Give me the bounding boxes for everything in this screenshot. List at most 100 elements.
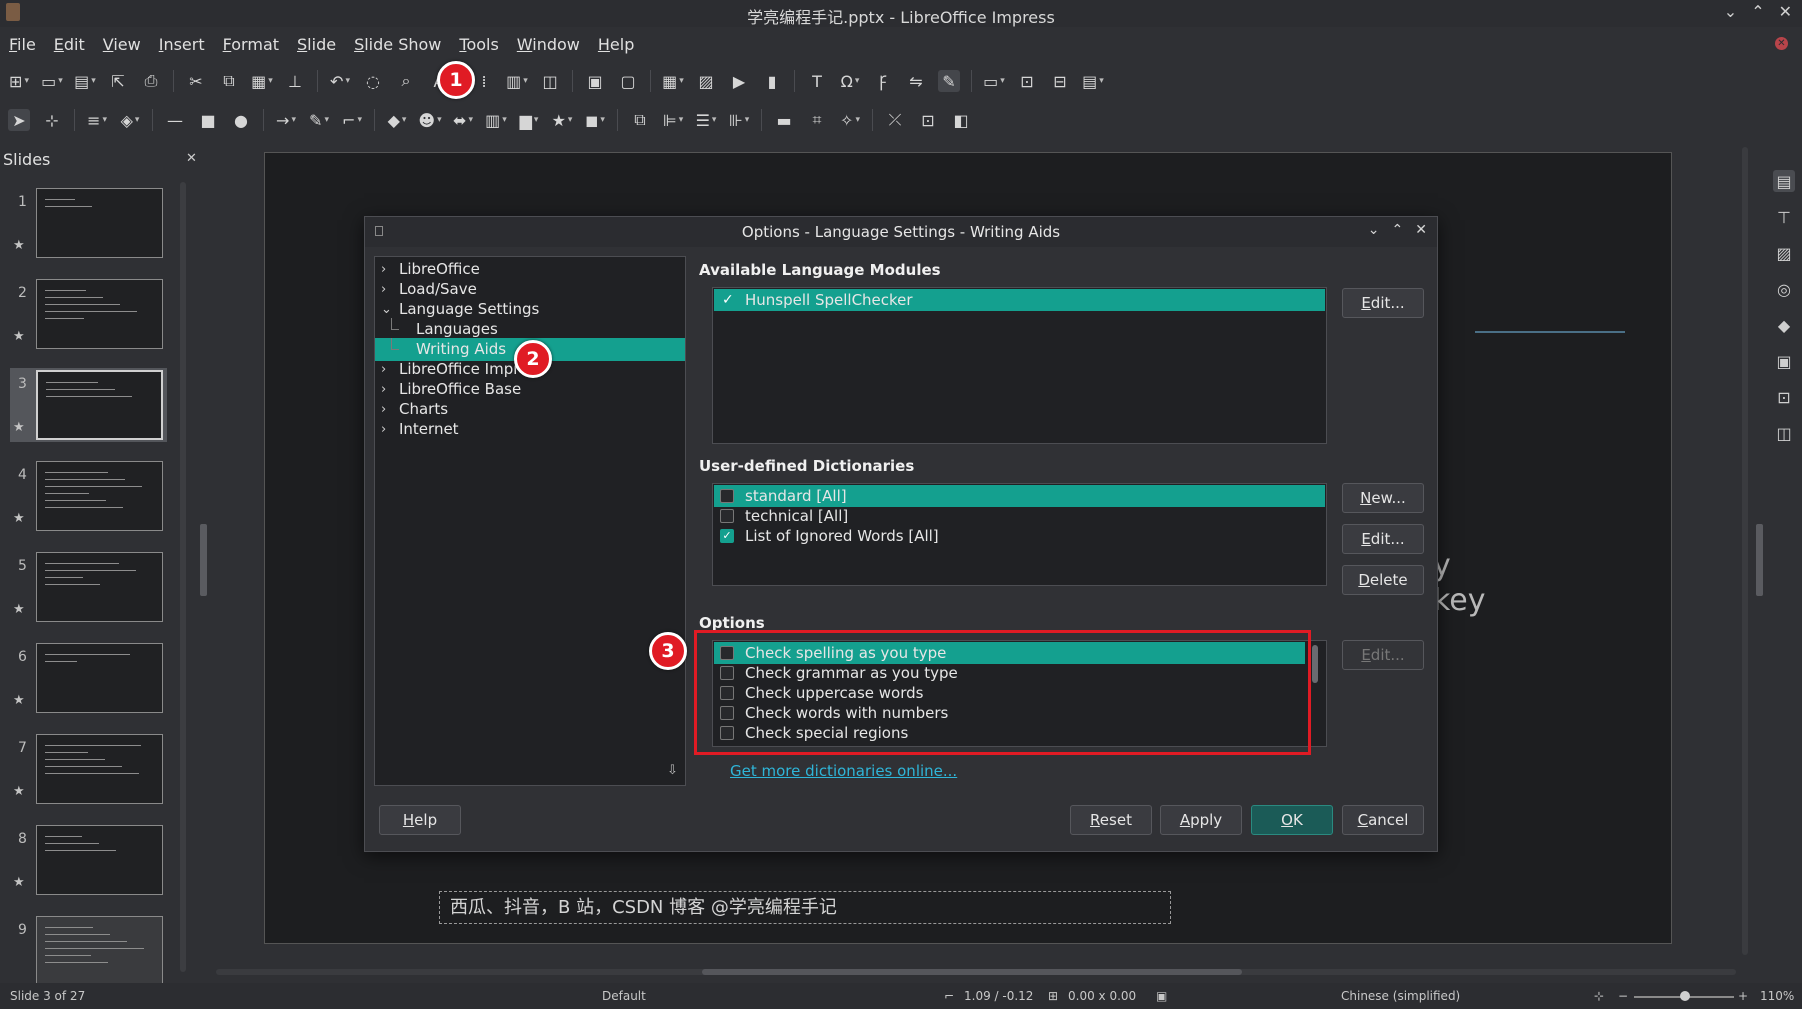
- dialog-maximize-icon[interactable]: ⌃: [1392, 222, 1404, 238]
- layout-name[interactable]: Default: [602, 989, 646, 1003]
- toggle-extrusion-icon[interactable]: ◧: [950, 109, 972, 131]
- apply-button[interactable]: Apply: [1160, 805, 1242, 835]
- close-window-icon[interactable]: ✕: [1779, 2, 1792, 21]
- slide-layout-icon[interactable]: ▤: [1082, 70, 1104, 92]
- start-current-icon[interactable]: ▢: [617, 70, 639, 92]
- menu-format[interactable]: Format: [223, 32, 279, 58]
- stars-icon[interactable]: ★: [551, 109, 573, 131]
- dictionary-row[interactable]: ✓ List of Ignored Words [All]: [714, 525, 1325, 547]
- menu-edit[interactable]: Edit: [54, 32, 85, 58]
- zoom-pan-icon[interactable]: ⊹: [41, 109, 63, 131]
- slide-preview[interactable]: [36, 370, 163, 440]
- gallery-icon[interactable]: ▨: [1773, 242, 1795, 264]
- slides-scrollbar[interactable]: [180, 182, 186, 972]
- dictionary-row[interactable]: technical [All]: [714, 505, 1325, 527]
- menu-file[interactable]: File: [9, 32, 36, 58]
- checkbox[interactable]: [720, 489, 734, 503]
- curves-icon[interactable]: ✎: [308, 109, 330, 131]
- slide-new-icon[interactable]: ⊡: [1016, 70, 1038, 92]
- slide-caption-textbox[interactable]: 西瓜、抖音，B 站，CSDN 博客 @学亮编程手记: [439, 891, 1171, 924]
- delete-dictionary-button[interactable]: Delete: [1342, 565, 1424, 595]
- fontwork-gallery-icon[interactable]: Ꝼ: [872, 70, 894, 92]
- cancel-button[interactable]: Cancel: [1342, 805, 1424, 835]
- paste-icon[interactable]: ▦: [251, 70, 273, 92]
- animation-icon[interactable]: ⊡: [1773, 386, 1795, 408]
- module-row-hunspell[interactable]: ✓ Hunspell SpellChecker: [714, 289, 1325, 311]
- tree-item-internet[interactable]: › Internet: [375, 418, 685, 441]
- image-icon[interactable]: ▨: [695, 70, 717, 92]
- hyperlink-icon[interactable]: ⇋: [905, 70, 927, 92]
- export-pdf-icon[interactable]: ⇱: [107, 70, 129, 92]
- slide-thumbnail-2[interactable]: 2 ★: [10, 277, 167, 351]
- find-icon[interactable]: ⌕: [395, 70, 417, 92]
- language-status[interactable]: Chinese (simplified): [1341, 989, 1460, 1003]
- slide-preview[interactable]: [36, 916, 163, 986]
- edit-dictionary-button[interactable]: Edit...: [1342, 524, 1424, 554]
- menu-tools[interactable]: Tools: [459, 32, 498, 58]
- vertical-scrollbar[interactable]: [1742, 147, 1748, 955]
- get-more-dictionaries-link[interactable]: Get more dictionaries online...: [730, 762, 957, 780]
- flowchart-icon[interactable]: ▥: [485, 109, 507, 131]
- help-button[interactable]: Help: [379, 805, 461, 835]
- close-pane-icon[interactable]: ✕: [186, 151, 197, 166]
- slide-thumbnail-9[interactable]: 9: [10, 914, 167, 988]
- modules-edit-button[interactable]: Edit...: [1342, 288, 1424, 318]
- copy-icon[interactable]: ⧉: [218, 70, 240, 92]
- slide-thumbnail-7[interactable]: 7 ★: [10, 732, 167, 806]
- master-slides-icon[interactable]: ▣: [1773, 350, 1795, 372]
- open-icon[interactable]: ▭: [41, 70, 63, 92]
- collapse-pane-handle[interactable]: [200, 524, 207, 596]
- dictionary-row[interactable]: standard [All]: [714, 485, 1325, 507]
- show-draw-functions-icon[interactable]: ✎: [938, 70, 960, 92]
- start-first-icon[interactable]: ▣: [584, 70, 606, 92]
- slide-preview[interactable]: [36, 461, 163, 531]
- rectangle-icon[interactable]: ■: [197, 109, 219, 131]
- media-icon[interactable]: ▶: [728, 70, 750, 92]
- menu-view[interactable]: View: [103, 32, 141, 58]
- callouts-icon[interactable]: ▆: [518, 109, 540, 131]
- slide-thumbnail-4[interactable]: 4 ★: [10, 459, 167, 533]
- block-arrows-icon[interactable]: ⬌: [452, 109, 474, 131]
- zoom-out-icon[interactable]: −: [1618, 989, 1628, 1003]
- menu-help[interactable]: Help: [598, 32, 634, 58]
- reset-button[interactable]: Reset: [1070, 805, 1152, 835]
- new-dictionary-button[interactable]: New...: [1342, 483, 1424, 513]
- select-icon[interactable]: ➤: [8, 109, 30, 131]
- zoom-level[interactable]: 110%: [1760, 989, 1794, 1003]
- dialog-minimize-icon[interactable]: ⌄: [1368, 222, 1380, 238]
- shapes-icon[interactable]: ◆: [1773, 314, 1795, 336]
- special-character-icon[interactable]: Ω: [839, 70, 861, 92]
- slide-preview[interactable]: [36, 825, 163, 895]
- sidebar-collapse-handle[interactable]: [1756, 524, 1763, 596]
- comment-icon[interactable]: ▭: [983, 70, 1005, 92]
- expand-arrow-icon[interactable]: ›: [381, 418, 386, 441]
- options-scrollbar[interactable]: [1312, 645, 1318, 683]
- points-icon[interactable]: ⤫: [884, 109, 906, 131]
- menu-slide-show[interactable]: Slide Show: [354, 32, 441, 58]
- textbox-icon[interactable]: T: [806, 70, 828, 92]
- horizontal-scrollbar[interactable]: [216, 969, 1736, 975]
- checkbox[interactable]: [720, 509, 734, 523]
- slide-thumbnail-1[interactable]: 1 ★: [10, 186, 167, 260]
- glue-points-icon[interactable]: ⊡: [917, 109, 939, 131]
- line-color-icon[interactable]: ≡: [86, 109, 108, 131]
- slide-preview[interactable]: [36, 552, 163, 622]
- slide-delete-icon[interactable]: ⊟: [1049, 70, 1071, 92]
- cut-icon[interactable]: ✂: [185, 70, 207, 92]
- slide-thumbnail-8[interactable]: 8 ★: [10, 823, 167, 897]
- checkmark-icon[interactable]: ✓: [722, 289, 734, 311]
- menu-window[interactable]: Window: [517, 32, 580, 58]
- slide-preview[interactable]: [36, 734, 163, 804]
- align-icon[interactable]: ⊫: [662, 109, 684, 131]
- crop-icon[interactable]: ⌗: [806, 109, 828, 131]
- chart-icon[interactable]: ▮: [761, 70, 783, 92]
- undo-icon[interactable]: ↶: [329, 70, 351, 92]
- fill-color-icon[interactable]: ◈: [119, 109, 141, 131]
- 3d-objects-icon[interactable]: ◼: [584, 109, 606, 131]
- master-slide-icon[interactable]: ◫: [539, 70, 561, 92]
- slide-preview[interactable]: [36, 279, 163, 349]
- table-icon[interactable]: ▦: [662, 70, 684, 92]
- menu-insert[interactable]: Insert: [159, 32, 205, 58]
- slide-transition-icon[interactable]: ⊤: [1773, 206, 1795, 228]
- display-views-icon[interactable]: ▥: [506, 70, 528, 92]
